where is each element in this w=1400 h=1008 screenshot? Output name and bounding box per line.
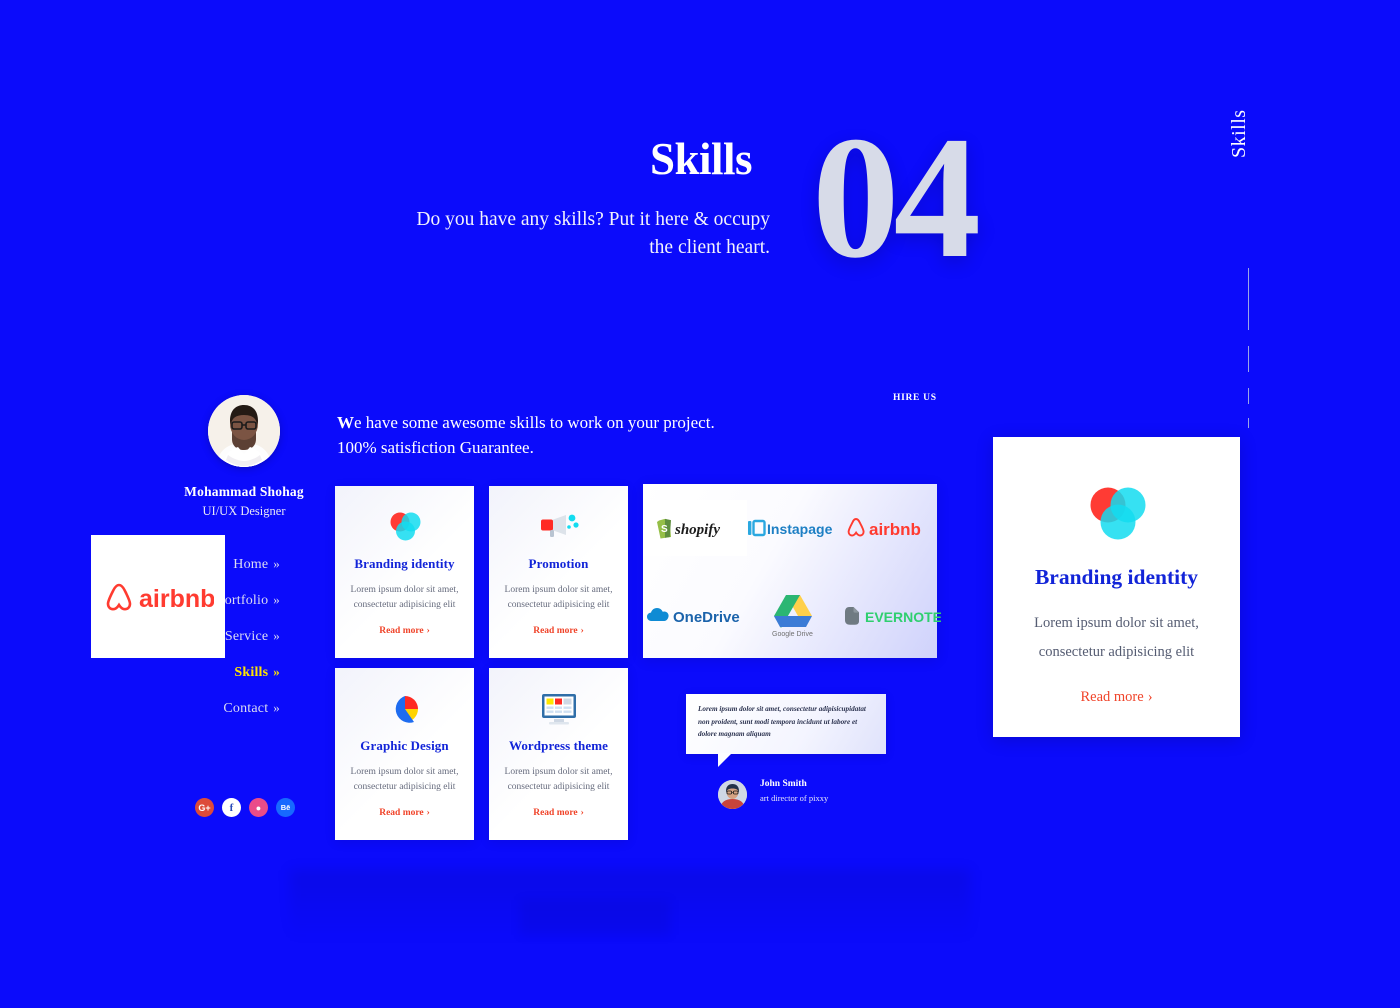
intro-line-2: 100% satisfiction Guarantee. xyxy=(337,438,534,457)
sidebar-item-skills[interactable]: Skills » xyxy=(150,664,280,681)
skill-card[interactable]: Wordpress theme Lorem ipsum dolor sit am… xyxy=(489,668,628,840)
vertical-section-label: Skills xyxy=(1228,109,1250,158)
testimonial-author: John Smith xyxy=(760,779,807,789)
section-number: 04 xyxy=(812,100,981,294)
featured-card-body: Lorem ipsum dolor sit amet, consectetur … xyxy=(1014,609,1219,667)
intro-lead-cap: W xyxy=(337,413,354,432)
skill-card[interactable]: Promotion Lorem ipsum dolor sit amet, co… xyxy=(489,486,628,658)
logo-evernote: EVERNOTE xyxy=(841,604,941,626)
behance-icon[interactable]: Bē xyxy=(276,798,295,817)
skill-card[interactable]: Graphic Design Lorem ipsum dolor sit ame… xyxy=(335,668,474,840)
svg-text:airbnb: airbnb xyxy=(139,585,214,613)
read-more-label: Read more xyxy=(533,626,578,636)
card-title: Graphic Design xyxy=(360,738,449,753)
chevron-right-icon: › xyxy=(426,808,430,818)
read-more-link[interactable]: Read more › xyxy=(533,808,584,818)
featured-card-title: Branding identity xyxy=(1034,565,1199,589)
chevron-right-icon: › xyxy=(580,626,584,636)
sidebar-item-contact[interactable]: Contact » xyxy=(150,700,280,717)
card-body: Lorem ipsum dolor sit amet, consectetur … xyxy=(350,767,459,792)
intro-copy: We have some awesome skills to work on y… xyxy=(337,410,807,460)
avatar xyxy=(208,395,280,467)
profile-name: Mohammad Shohag xyxy=(184,484,304,499)
read-more-label: Read more xyxy=(379,808,424,818)
featured-card-body-line-1: Lorem ipsum dolor sit amet, xyxy=(1034,615,1199,631)
skill-card[interactable]: Branding identity Lorem ipsum dolor sit … xyxy=(335,486,474,658)
svg-text:Google Drive: Google Drive xyxy=(772,631,813,638)
card-title: Branding identity xyxy=(354,556,455,571)
chevron-right-icon: » xyxy=(273,628,280,643)
profile-role: UI/UX Designer xyxy=(202,504,286,518)
page-subtitle: Do you have any skills? Put it here & oc… xyxy=(416,209,770,258)
chevron-right-icon: » xyxy=(273,592,280,607)
featured-read-more-link[interactable]: Read more › xyxy=(1080,689,1152,706)
svg-text:airbnb: airbnb xyxy=(869,520,921,539)
testimonial-avatar xyxy=(718,780,747,809)
facebook-icon[interactable]: f xyxy=(222,798,241,817)
read-more-label: Read more xyxy=(379,626,424,636)
chevron-right-icon: » xyxy=(273,556,280,571)
svg-text:Instapage: Instapage xyxy=(767,521,833,537)
dribbble-icon[interactable]: ● xyxy=(249,798,268,817)
card-body: Lorem ipsum dolor sit amet, consectetur … xyxy=(504,585,613,610)
card-body: Lorem ipsum dolor sit amet, consectetur … xyxy=(504,767,613,792)
page-root: Skills Do you have any skills? Put it he… xyxy=(0,0,1400,1008)
read-more-link[interactable]: Read more › xyxy=(533,626,584,636)
megaphone-icon xyxy=(538,508,580,546)
svg-text:shopify: shopify xyxy=(674,522,720,538)
featured-skill-card[interactable]: Branding identity Lorem ipsum dolor sit … xyxy=(993,437,1240,737)
page-title: Skills xyxy=(650,134,753,184)
testimonial-quote: Lorem ipsum dolor sit amet, consectetur … xyxy=(698,705,866,738)
hire-us-label: HIRE US xyxy=(893,393,937,403)
logo-airbnb: airbnb xyxy=(845,516,937,540)
svg-text:EVERNOTE: EVERNOTE xyxy=(865,609,941,625)
testimonial-author-role: art director of pixxy xyxy=(760,793,829,803)
logo-onedrive: OneDrive xyxy=(646,604,744,626)
logo-google-drive: Google Drive xyxy=(768,592,820,638)
google-plus-icon[interactable]: G+ xyxy=(195,798,214,817)
chevron-right-icon: › xyxy=(580,808,584,818)
pie-chart-icon xyxy=(389,690,421,728)
scroll-dash-indicator xyxy=(1247,268,1249,428)
read-more-link[interactable]: Read more › xyxy=(379,808,430,818)
testimonial-bubble: Lorem ipsum dolor sit amet, consectetur … xyxy=(686,694,886,767)
sidebar-item-label: Skills xyxy=(234,665,269,680)
monitor-icon xyxy=(538,690,580,728)
chevron-right-icon: › xyxy=(426,626,430,636)
venn-circles-icon xyxy=(1086,483,1148,545)
card-reflection-secondary xyxy=(520,900,670,935)
card-reflection xyxy=(290,870,970,940)
airbnb-logo-overlay: airbnb xyxy=(91,535,225,658)
logo-shopify: S shopify xyxy=(643,499,747,556)
read-more-label: Read more xyxy=(1080,689,1144,705)
chevron-right-icon: › xyxy=(1147,689,1153,705)
sidebar-item-label: Contact xyxy=(223,701,269,716)
sidebar-item-label: Home xyxy=(233,557,269,572)
client-logos-panel: S shopify Instapage airbnb OneDrive Goog… xyxy=(643,484,941,658)
social-links: G+ f ● Bē xyxy=(195,798,295,817)
card-title: Wordpress theme xyxy=(508,738,609,753)
logo-instapage: Instapage xyxy=(747,518,841,538)
intro-line-1: e have some awesome skills to work on yo… xyxy=(354,413,715,432)
svg-text:S: S xyxy=(661,524,668,535)
read-more-label: Read more xyxy=(533,808,578,818)
card-title: Promotion xyxy=(528,556,589,571)
svg-text:OneDrive: OneDrive xyxy=(673,609,740,626)
chevron-right-icon: » xyxy=(273,700,280,715)
venn-circles-icon xyxy=(388,508,422,546)
sidebar-item-label: Service xyxy=(224,629,269,644)
card-body: Lorem ipsum dolor sit amet, consectetur … xyxy=(350,585,459,610)
read-more-link[interactable]: Read more › xyxy=(379,626,430,636)
featured-card-body-line-2: consectetur adipisicing elit xyxy=(1038,644,1195,660)
chevron-right-icon: » xyxy=(273,664,280,679)
